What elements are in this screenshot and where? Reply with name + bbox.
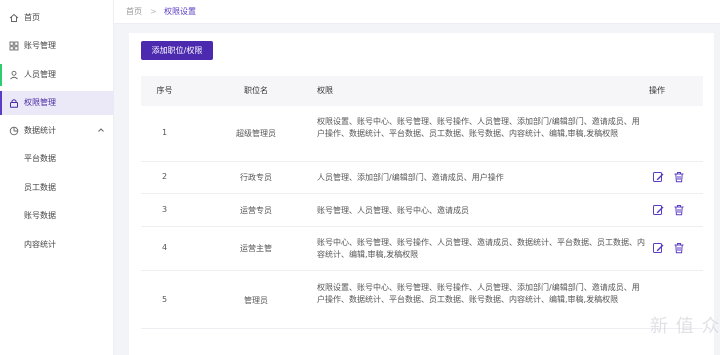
row-index: 5 [161, 295, 168, 304]
breadcrumb-separator: > [150, 7, 157, 16]
breadcrumb: 首页 > 权限设置 [114, 0, 720, 24]
chart-icon [9, 126, 19, 136]
header-index: 序号 [156, 86, 173, 95]
sidebar-item-content-stats[interactable]: 内容统计 [0, 233, 114, 257]
row-permissions: 账号管理、人员管理、账号中心、邀请成员 [317, 206, 469, 215]
grid-icon [9, 41, 19, 51]
breadcrumb-home[interactable]: 首页 [126, 0, 142, 24]
sidebar-item-label: 账号管理 [24, 41, 56, 50]
table-row: 1 超级管理员 权限设置、账号中心、账号管理、账号操作、人员管理、添加部门/编辑… [141, 106, 703, 162]
row-actions [652, 242, 692, 254]
row-permissions: 权限设置、账号中心、账号管理、账号操作、人员管理、添加部门/编辑部门、邀请成员、… [317, 283, 640, 304]
header-position: 职位名 [244, 86, 268, 95]
lock-icon [10, 99, 18, 108]
row-permissions: 账号中心、账号管理、账号操作、人员管理、邀请成员、数据统计、平台数据、员工数据、… [317, 238, 645, 259]
edit-icon[interactable] [652, 204, 664, 216]
add-position-button[interactable]: 添加职位/权限 [141, 41, 213, 60]
sidebar-item-label: 数据统计 [24, 126, 56, 135]
header-actions: 操作 [649, 86, 665, 95]
watermark: 新 值 众 买 [650, 316, 720, 337]
trash-icon[interactable] [673, 204, 685, 216]
table-row: 4 运营主管 账号中心、账号管理、账号操作、人员管理、邀请成员、数据统计、平台数… [141, 227, 703, 271]
table-row: 2 行政专员 人员管理、添加部门/编辑部门、邀请成员、用户操作 [141, 162, 703, 194]
user-icon [10, 70, 18, 80]
row-index: 2 [161, 172, 168, 181]
sidebar-item-account-data[interactable]: 账号数据 [0, 204, 114, 228]
header-permissions: 权限 [317, 86, 333, 95]
row-actions [652, 204, 692, 216]
sidebar-item-label: 人员管理 [24, 70, 56, 79]
row-index: 3 [161, 205, 168, 214]
sidebar-item-label: 员工数据 [24, 183, 56, 192]
main-panel: 添加职位/权限 序号 职位名 权限 操作 1 超级管理员 权限设置、账号中心、账… [129, 33, 714, 355]
sidebar-item-platform-data[interactable]: 平台数据 [0, 147, 114, 171]
row-index: 4 [161, 243, 168, 252]
sidebar-item-label: 权限管理 [24, 98, 56, 107]
sidebar-item-people[interactable]: 人员管理 [0, 63, 114, 87]
home-icon [9, 13, 19, 22]
row-position: 超级管理员 [236, 129, 276, 138]
table-header: 序号 职位名 权限 操作 [141, 76, 703, 106]
breadcrumb-current: 权限设置 [164, 7, 196, 16]
row-position: 运营主管 [240, 244, 272, 253]
sidebar-item-home[interactable]: 首页 [0, 6, 114, 30]
edit-icon[interactable] [652, 171, 664, 183]
chevron-up-icon[interactable] [97, 126, 105, 134]
sidebar-item-accounts[interactable]: 账号管理 [0, 34, 114, 58]
sidebar-item-statistics[interactable]: 数据统计 [0, 119, 114, 143]
sidebar-item-label: 首页 [24, 13, 40, 22]
row-permissions: 人员管理、添加部门/编辑部门、邀请成员、用户操作 [317, 173, 504, 182]
trash-icon[interactable] [673, 242, 685, 254]
row-position: 运营专员 [240, 206, 272, 215]
row-position: 管理员 [244, 296, 268, 305]
row-index: 1 [161, 128, 168, 137]
sidebar-item-label: 平台数据 [24, 154, 56, 163]
sidebar-item-label: 内容统计 [24, 240, 56, 249]
sidebar: 首页 账号管理 人员管理 权限管理 数据统计 平台数据 员工数据 账号数据 内容… [0, 0, 114, 355]
trash-icon[interactable] [673, 171, 685, 183]
edit-icon[interactable] [652, 242, 664, 254]
table-row: 5 管理员 权限设置、账号中心、账号管理、账号操作、人员管理、添加部门/编辑部门… [141, 271, 703, 329]
table-row: 3 运营专员 账号管理、人员管理、账号中心、邀请成员 [141, 194, 703, 227]
row-position: 行政专员 [240, 173, 272, 182]
sidebar-item-staff-data[interactable]: 员工数据 [0, 176, 114, 200]
row-permissions: 权限设置、账号中心、账号管理、账号操作、人员管理、添加部门/编辑部门、邀请成员、… [317, 117, 640, 138]
sidebar-item-permissions[interactable]: 权限管理 [0, 91, 114, 115]
row-actions [652, 171, 692, 183]
sidebar-item-label: 账号数据 [24, 211, 56, 220]
